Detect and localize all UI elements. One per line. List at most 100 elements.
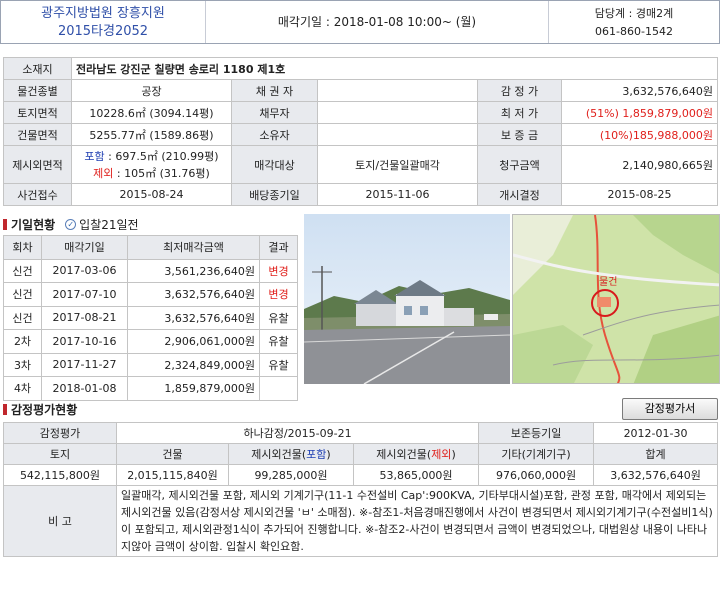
claim-label: 청구금액 xyxy=(477,145,562,184)
col-included: 제시외건물(포함) xyxy=(228,443,354,465)
min-price-label: 최 저 가 xyxy=(477,101,562,124)
info-row: 소재지 전라남도 강진군 칠량면 송로리 1180 제1호 xyxy=(3,57,719,80)
bid-row: 신건 2017-07-10 3,632,576,640원 변경 xyxy=(3,282,298,307)
min-price-value: (51%) 1,859,879,000원 xyxy=(560,101,719,124)
deposit-value: (10%)185,988,000원 xyxy=(560,123,719,146)
sale-target-label: 매각대상 xyxy=(231,145,318,184)
excluded-value: : 105㎡ (31.76평) xyxy=(113,166,210,180)
other-value: 976,060,000원 xyxy=(478,464,595,486)
excluded-area-label: 제시외면적 xyxy=(3,145,72,184)
claim-value: 2,140,980,665원 xyxy=(560,145,719,184)
bid-section-label: 기일현황 xyxy=(11,218,56,232)
included-value: : 697.5㎡ (210.99평) xyxy=(104,149,219,163)
col-excluded-word: 제외 xyxy=(431,448,452,461)
included-line: 포함 : 697.5㎡ (210.99평) xyxy=(76,148,227,165)
col-date: 매각기일 xyxy=(41,235,128,260)
address-label: 소재지 xyxy=(3,57,72,80)
sale-date: 매각기일 : 2018-01-08 10:00~ (월) xyxy=(206,1,549,43)
appraisal-table: 감정평가 하나감정/2015-09-21 보존등기일 2012-01-30 토지… xyxy=(3,422,719,557)
type-value: 공장 xyxy=(71,79,232,102)
bid-row: 4차 2018-01-08 1,859,879,000원 xyxy=(3,376,298,401)
bid-result: 변경 xyxy=(259,282,298,307)
location-map-image: 물건 xyxy=(513,215,719,383)
col-result: 결과 xyxy=(259,235,298,260)
appraisal-agency-label: 감정평가 xyxy=(3,422,117,444)
bid-price: 2,324,849,000원 xyxy=(127,352,260,377)
bid-date: 2017-07-10 xyxy=(41,282,128,307)
appraisal-agency-value: 하나감정/2015-09-21 xyxy=(115,422,480,444)
bid-header-row: 회차 매각기일 최저매각금액 결과 xyxy=(3,235,298,260)
sale-target-value: 토지/건물일괄매각 xyxy=(317,145,478,184)
building-value: 2,015,115,840원 xyxy=(116,464,229,486)
debtor-label: 채무자 xyxy=(231,101,318,124)
bid-price: 1,859,879,000원 xyxy=(127,376,260,401)
bid-row: 신건 2017-08-21 3,632,576,640원 유찰 xyxy=(3,305,298,330)
commenced-label: 개시결정 xyxy=(477,183,562,206)
bid-round: 3차 xyxy=(3,352,42,377)
col-excluded-prefix: 제시외건물( xyxy=(376,448,432,461)
section-marker-icon xyxy=(3,219,7,230)
court-name: 광주지방법원 장흥지원 xyxy=(41,6,165,21)
bid-price: 3,561,236,640원 xyxy=(127,258,260,283)
bid-price: 3,632,576,640원 xyxy=(127,305,260,330)
dept-phone: 061-860-1542 xyxy=(595,25,673,38)
registry-label: 보존등기일 xyxy=(478,422,595,444)
excluded-tag: 제외 xyxy=(93,166,114,180)
appraisal-report-button[interactable]: 감정평가서 xyxy=(622,398,718,420)
building-area-label: 건물면적 xyxy=(3,123,72,146)
type-label: 물건종별 xyxy=(3,79,72,102)
bid-price: 2,906,061,000원 xyxy=(127,329,260,354)
owner-value xyxy=(317,123,478,146)
bid-row: 2차 2017-10-16 2,906,061,000원 유찰 xyxy=(3,329,298,354)
info-row: 사건접수 2015-08-24 배당종기일 2015-11-06 개시결정 20… xyxy=(3,183,719,206)
dividend-value: 2015-11-06 xyxy=(317,183,478,206)
col-included-close: ) xyxy=(326,448,331,461)
included-tag: 포함 xyxy=(84,149,105,163)
received-value: 2015-08-24 xyxy=(71,183,232,206)
bid-countdown: ✓ 입찰21일전 xyxy=(65,216,139,233)
land-area-label: 토지면적 xyxy=(3,101,72,124)
property-photo[interactable] xyxy=(304,214,510,384)
info-row: 토지면적 10228.6㎡ (3094.14평) 채무자 최 저 가 (51%)… xyxy=(3,101,719,124)
registry-value: 2012-01-30 xyxy=(593,422,719,444)
bid-result: 유찰 xyxy=(259,352,298,377)
bid-round: 신건 xyxy=(3,282,42,307)
col-included-prefix: 제시외건물( xyxy=(251,448,307,461)
col-included-word: 포함 xyxy=(306,448,327,461)
col-building: 건물 xyxy=(116,443,229,465)
info-row: 물건종별 공장 채 권 자 감 정 가 3,632,576,640원 xyxy=(3,79,719,102)
info-row: 건물면적 5255.77㎡ (1589.86평) 소유자 보 증 금 (10%)… xyxy=(3,123,719,146)
court-block: 광주지방법원 장흥지원 2015타경2052 xyxy=(1,1,206,43)
address-value: 전라남도 강진군 칠량면 송로리 1180 제1호 xyxy=(70,57,719,80)
bid-row: 3차 2017-11-27 2,324,849,000원 유찰 xyxy=(3,352,298,377)
building-area-value: 5255.77㎡ (1589.86평) xyxy=(71,123,232,146)
bid-result: 유찰 xyxy=(259,329,298,354)
received-label: 사건접수 xyxy=(3,183,72,206)
bid-result xyxy=(259,376,298,401)
bid-date: 2017-10-16 xyxy=(41,329,128,354)
col-excluded: 제시외건물(제외) xyxy=(352,443,480,465)
check-circle-icon: ✓ xyxy=(65,219,77,230)
land-area-value: 10228.6㎡ (3094.14평) xyxy=(71,101,232,124)
case-header: 광주지방법원 장흥지원 2015타경2052 매각기일 : 2018-01-08… xyxy=(0,0,720,44)
bid-result: 유찰 xyxy=(259,305,298,330)
excluded-value: 53,865,000원 xyxy=(352,464,480,486)
included-value: 99,285,000원 xyxy=(228,464,354,486)
note-text: 일괄매각, 제시외건물 포함, 제시외 기계기구(11-1 수전설비 Cap':… xyxy=(115,485,719,557)
bid-countdown-text: 입찰21일전 xyxy=(79,218,139,232)
creditor-value xyxy=(317,79,478,102)
excluded-area-value: 포함 : 697.5㎡ (210.99평) 제외 : 105㎡ (31.76평) xyxy=(71,145,232,184)
bid-section-title: 기일현황 ✓ 입찰21일전 xyxy=(3,216,139,233)
bid-date: 2017-03-06 xyxy=(41,258,128,283)
location-map[interactable]: 물건 xyxy=(512,214,720,384)
col-round: 회차 xyxy=(3,235,42,260)
case-number: 2015타경2052 xyxy=(57,24,149,39)
section-marker-icon xyxy=(3,404,7,415)
bid-round: 신건 xyxy=(3,305,42,330)
col-land: 토지 xyxy=(3,443,117,465)
dept-block: 담당계 : 경매2계 061-860-1542 xyxy=(549,1,719,43)
info-row: 제시외면적 포함 : 697.5㎡ (210.99평) 제외 : 105㎡ (3… xyxy=(3,145,719,184)
note-row: 비 고 일괄매각, 제시외건물 포함, 제시외 기계기구(11-1 수전설비 C… xyxy=(3,485,719,557)
appraisal-section-label: 감정평가현황 xyxy=(11,403,78,417)
appraisal-info-row: 감정평가 하나감정/2015-09-21 보존등기일 2012-01-30 xyxy=(3,422,719,444)
